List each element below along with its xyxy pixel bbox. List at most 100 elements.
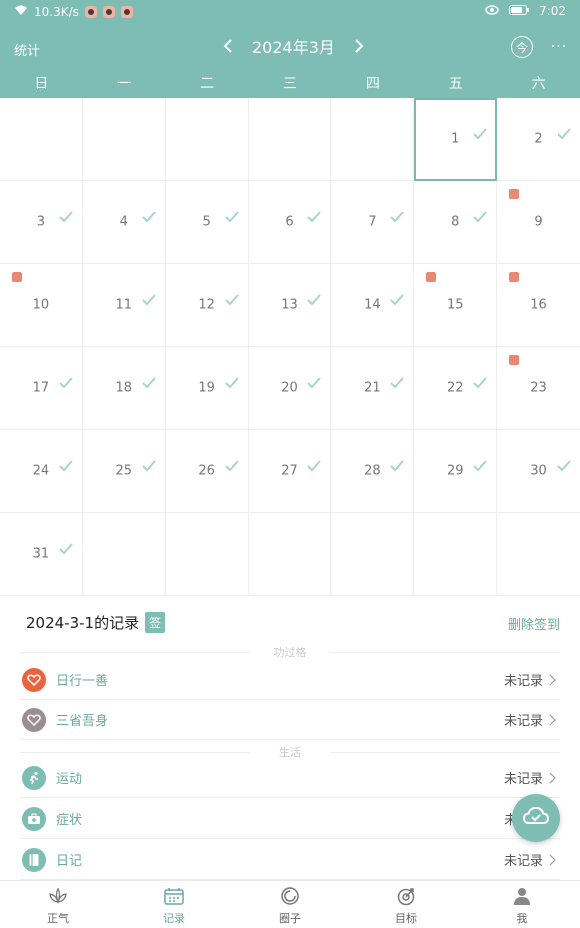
record-status: 未记录	[504, 670, 556, 689]
calendar-day-cell[interactable]: 22	[414, 347, 498, 430]
calendar-day-cell[interactable]: 9	[497, 181, 580, 264]
cloud-sync-button[interactable]	[512, 794, 560, 842]
calendar-day-cell[interactable]: 31	[0, 513, 83, 596]
stats-button[interactable]: 统计	[14, 40, 40, 59]
calendar-empty-cell	[248, 513, 332, 596]
calendar-day-cell[interactable]: 20	[248, 347, 332, 430]
calendar-icon	[162, 884, 186, 908]
today-button[interactable]: 今	[511, 36, 533, 58]
calendar-day-cell[interactable]: 2	[497, 98, 580, 181]
weekday-label: 日	[34, 76, 49, 92]
calendar-day-cell[interactable]: 15	[414, 264, 498, 347]
diary-icon	[22, 847, 46, 872]
calendar-day-cell[interactable]: 11	[82, 264, 166, 347]
heart-icon	[22, 667, 46, 692]
checkmark-icon	[473, 211, 487, 223]
calendar-day-cell[interactable]: 30	[497, 430, 580, 513]
checkmark-icon	[224, 460, 239, 472]
gift-marker-icon	[509, 355, 520, 365]
calendar-day-cell[interactable]: 19	[165, 347, 249, 430]
chevron-right-icon	[549, 714, 556, 725]
nav-item-circle[interactable]: 圈子	[232, 881, 348, 928]
checkmark-icon	[390, 294, 405, 306]
calendar-day-cell[interactable]: 24	[0, 430, 83, 513]
heart-outline-icon	[22, 707, 46, 732]
chevron-right-icon	[549, 854, 556, 865]
calendar-day-cell[interactable]: 1	[414, 98, 498, 181]
record-row[interactable]: 运动 未记录	[20, 758, 560, 798]
gift-marker-icon	[509, 189, 520, 199]
checkmark-icon	[224, 294, 239, 306]
checkmark-icon	[390, 211, 405, 223]
calendar-day-cell[interactable]: 10	[0, 264, 83, 347]
delete-sign-button[interactable]: 删除签到	[508, 614, 560, 633]
nav-item-records[interactable]: 记录	[116, 881, 232, 928]
day-number: 23	[530, 380, 547, 396]
calendar-day-cell[interactable]: 5	[165, 181, 249, 264]
calendar-day-cell[interactable]: 16	[497, 264, 580, 347]
checkmark-icon	[473, 128, 487, 140]
checkmark-icon	[307, 294, 322, 306]
chevron-right-icon[interactable]	[351, 34, 367, 58]
calendar-day-cell[interactable]: 23	[497, 347, 580, 430]
record-row[interactable]: 症状 未记录	[20, 799, 560, 839]
nav-label: 圈子	[279, 911, 301, 925]
calendar-empty-cell	[331, 513, 415, 596]
chevron-right-icon	[549, 674, 556, 685]
calendar-day-cell[interactable]: 7	[331, 181, 415, 264]
nav-label: 记录	[163, 911, 185, 925]
weekday-label: 五	[448, 76, 463, 92]
person-icon	[510, 884, 534, 908]
checkmark-icon	[557, 460, 571, 472]
calendar-day-cell[interactable]: 28	[331, 430, 415, 513]
calendar-day-cell[interactable]: 6	[248, 181, 332, 264]
calendar-grid: 1 2 3 4 5 6 7 8 9 10 11 12 13 14 15 16 17 18 19 20 21 22 23 24 2…	[0, 98, 580, 596]
record-label: 运动	[56, 772, 83, 787]
status-bar: 10.3K/s 7:02	[0, 0, 580, 24]
record-row[interactable]: 三省吾身 未记录	[20, 700, 560, 740]
record-row[interactable]: 日记 未记录	[20, 840, 560, 880]
calendar-day-cell[interactable]: 8	[414, 181, 498, 264]
status-text: 未记录	[503, 714, 543, 729]
record-row[interactable]: 日行一善 未记录	[20, 660, 560, 700]
calendar-day-cell[interactable]: 26	[165, 430, 249, 513]
nav-item-target[interactable]: 目标	[348, 881, 464, 928]
calendar-day-cell[interactable]: 27	[248, 430, 332, 513]
checkmark-icon	[59, 377, 73, 389]
calendar-day-cell[interactable]: 12	[165, 264, 249, 347]
calendar-day-cell[interactable]: 29	[414, 430, 498, 513]
chevron-left-icon[interactable]	[220, 34, 236, 58]
calendar-day-cell[interactable]: 25	[82, 430, 166, 513]
chevron-right-icon	[549, 772, 556, 783]
record-status: 未记录	[504, 768, 556, 787]
checkmark-icon	[473, 377, 487, 389]
calendar-day-cell[interactable]: 4	[82, 181, 166, 264]
record-status: 未记录	[504, 850, 556, 869]
record-status: 未记录	[504, 710, 556, 729]
more-icon[interactable]: ···	[548, 36, 570, 58]
notification-icon	[84, 5, 97, 18]
calendar-empty-cell	[331, 98, 415, 181]
record-label: 三省吾身	[56, 714, 109, 729]
checkmark-icon	[307, 460, 322, 472]
notification-icon	[120, 5, 133, 18]
checkmark-icon	[473, 460, 487, 472]
records-title: 2024-3-1的记录	[26, 614, 140, 632]
nav-item-me[interactable]: 我	[464, 881, 580, 928]
sign-badge: 签	[145, 612, 166, 633]
calendar-empty-cell	[82, 513, 166, 596]
nav-item-zhengqi[interactable]: 正气	[0, 881, 116, 928]
bottom-nav: 正气 记录 圈子 目标 我	[0, 880, 580, 928]
calendar-day-cell[interactable]: 17	[0, 347, 83, 430]
calendar-day-cell[interactable]: 18	[82, 347, 166, 430]
run-icon	[22, 765, 46, 790]
calendar-day-cell[interactable]: 3	[0, 181, 83, 264]
calendar-day-cell[interactable]: 13	[248, 264, 332, 347]
calendar-day-cell[interactable]: 14	[331, 264, 415, 347]
day-number: 9	[534, 214, 543, 230]
checkmark-icon	[224, 377, 239, 389]
record-label: 症状	[56, 813, 83, 828]
medical-kit-icon	[22, 806, 46, 831]
checkmark-icon	[141, 460, 156, 472]
calendar-day-cell[interactable]: 21	[331, 347, 415, 430]
